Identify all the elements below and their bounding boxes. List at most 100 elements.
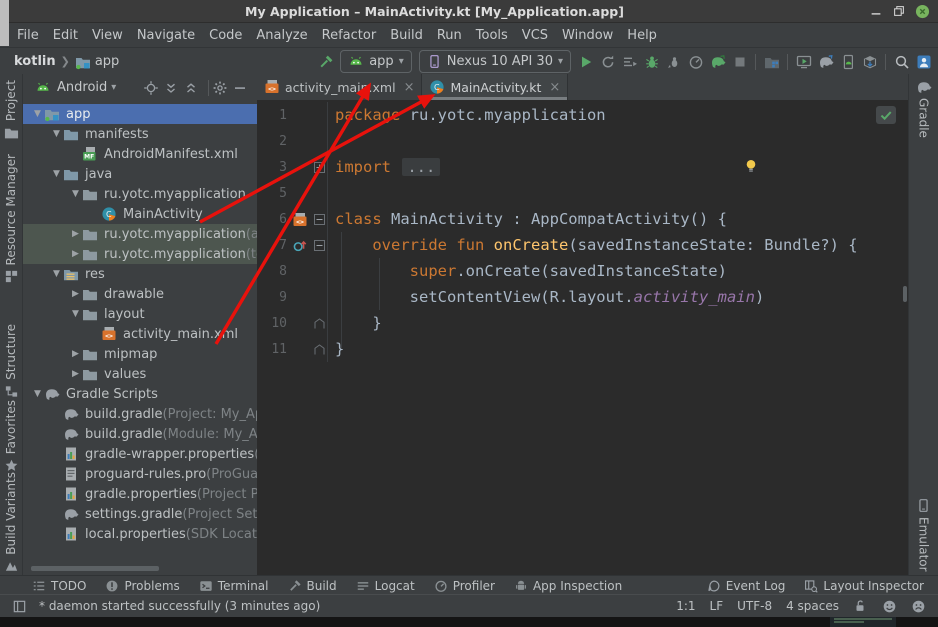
collapse-all-button[interactable] (184, 77, 204, 99)
breadcrumb-module[interactable]: app (75, 54, 119, 70)
chevron-right-icon[interactable]: ▶ (69, 229, 82, 239)
tree-item-manifests[interactable]: ▼manifests (23, 124, 257, 144)
settings-button[interactable] (213, 77, 233, 99)
editor-tab-mainactivity-kt[interactable]: CMainActivity.kt× (422, 74, 568, 100)
tool-strip-tab-gradle[interactable]: Gradle (909, 79, 938, 138)
tool-strip-tab-project[interactable]: Project (0, 80, 22, 140)
close-button[interactable] (915, 4, 929, 18)
tree-item-ru-yotc-myapplication[interactable]: ▶ru.yotc.myapplication (an (23, 224, 257, 244)
toolwindow-button-event-log[interactable]: Event Log (707, 579, 786, 593)
toolwindow-button-terminal[interactable]: Terminal (199, 579, 269, 593)
tree-item-mainactivity[interactable]: CMainActivity (23, 204, 257, 224)
chevron-down-icon[interactable]: ▼ (31, 389, 44, 399)
caret-position[interactable]: 1:1 (676, 599, 695, 613)
attach-debugger-button[interactable] (663, 51, 684, 73)
chevron-down-icon[interactable]: ▼ (69, 189, 82, 199)
menu-refactor[interactable]: Refactor (315, 28, 384, 43)
fold-end-icon[interactable] (314, 318, 325, 329)
locate-file-button[interactable] (144, 77, 164, 99)
fold-minus-icon[interactable] (314, 240, 325, 251)
toolwindow-switcher-icon[interactable] (12, 599, 27, 614)
tool-strip-tab-build-variants[interactable]: Build Variants (0, 472, 22, 574)
chevron-right-icon[interactable]: ▶ (69, 349, 82, 359)
device-manager-button[interactable] (837, 51, 858, 73)
toolwindow-button-logcat[interactable]: Logcat (356, 579, 415, 593)
menu-edit[interactable]: Edit (46, 28, 85, 43)
chevron-right-icon[interactable]: ▶ (69, 369, 82, 379)
chevron-down-icon[interactable]: ▼ (31, 109, 44, 119)
project-view-selector[interactable]: Android (57, 80, 107, 95)
profile-avatar-button[interactable] (913, 51, 934, 73)
editor-tab-activity-main-xml[interactable]: <>activity_main.xml× (257, 74, 422, 100)
run-configuration-select[interactable]: app▾ (340, 50, 412, 73)
menu-view[interactable]: View (85, 28, 130, 43)
chevron-down-icon[interactable]: ▼ (50, 169, 63, 179)
tree-item-java[interactable]: ▼java (23, 164, 257, 184)
chevron-right-icon[interactable]: ▶ (69, 249, 82, 259)
make-project-button[interactable] (315, 51, 336, 73)
sync-gradle-button[interactable] (815, 51, 836, 73)
expand-all-button[interactable] (164, 77, 184, 99)
close-icon[interactable]: × (404, 80, 415, 95)
feedback-happy-icon[interactable] (882, 599, 897, 614)
chevron-down-icon[interactable]: ▼ (50, 129, 63, 139)
tree-item-build-gradle[interactable]: build.gradle (Project: My_Ap (23, 404, 257, 424)
fold-plus-icon[interactable] (314, 162, 325, 173)
breadcrumb-project[interactable]: kotlin (14, 54, 56, 69)
device-file-explorer-button[interactable] (761, 51, 782, 73)
tree-item-res[interactable]: ▼res (23, 264, 257, 284)
menu-navigate[interactable]: Navigate (130, 28, 202, 43)
menu-run[interactable]: Run (430, 28, 469, 43)
tree-item-gradle-properties[interactable]: gradle.properties (Project Pr (23, 484, 257, 504)
chevron-down-icon[interactable]: ▼ (50, 269, 63, 279)
menu-vcs[interactable]: VCS (515, 28, 555, 43)
restore-button[interactable] (892, 4, 906, 18)
override-icon[interactable] (292, 238, 307, 253)
inspection-status[interactable] (876, 106, 896, 124)
tree-item-gradle-scripts[interactable]: ▼Gradle Scripts (23, 384, 257, 404)
encoding-widget[interactable]: UTF-8 (737, 599, 772, 613)
tree-item-values[interactable]: ▶values (23, 364, 257, 384)
xml-file-icon[interactable]: <> (292, 212, 307, 227)
tree-item-activity-main-xml[interactable]: <>activity_main.xml (23, 324, 257, 344)
feedback-sad-icon[interactable] (911, 599, 926, 614)
line-separator-widget[interactable]: LF (710, 599, 724, 613)
menu-tools[interactable]: Tools (469, 28, 515, 43)
indent-widget[interactable]: 4 spaces (786, 599, 839, 613)
tree-item-app[interactable]: ▼app (23, 104, 257, 124)
sync-project-button[interactable] (707, 51, 728, 73)
toolwindow-button-layout-inspector[interactable]: Layout Inspector (804, 579, 924, 593)
tool-strip-tab-emulator[interactable]: Emulator (909, 498, 938, 572)
tree-item-ru-yotc-myapplication[interactable]: ▼ru.yotc.myapplication (23, 184, 257, 204)
toolwindow-button-profiler[interactable]: Profiler (434, 579, 495, 593)
chevron-right-icon[interactable]: ▶ (69, 289, 82, 299)
tool-strip-tab-structure[interactable]: Structure (0, 324, 22, 399)
sdk-manager-button[interactable] (859, 51, 880, 73)
menu-analyze[interactable]: Analyze (249, 28, 314, 43)
vertical-scrollbar[interactable] (903, 286, 907, 302)
search-everywhere-button[interactable] (891, 51, 912, 73)
tree-item-layout[interactable]: ▼layout (23, 304, 257, 324)
menu-window[interactable]: Window (555, 28, 620, 43)
fold-end-icon[interactable] (314, 344, 325, 355)
tree-item-proguard-rules-pro[interactable]: proguard-rules.pro (ProGuar (23, 464, 257, 484)
fold-minus-icon[interactable] (314, 214, 325, 225)
tree-item-gradle-wrapper-properties[interactable]: gradle-wrapper.properties (G (23, 444, 257, 464)
menu-file[interactable]: File (10, 28, 46, 43)
apply-changes-button[interactable] (597, 51, 618, 73)
tree-item-mipmap[interactable]: ▶mipmap (23, 344, 257, 364)
close-icon[interactable]: × (549, 80, 560, 95)
minimize-button[interactable] (869, 4, 883, 18)
tool-strip-tab-resource-manager[interactable]: Resource Manager (0, 154, 22, 284)
tree-item-androidmanifest-xml[interactable]: MFAndroidManifest.xml (23, 144, 257, 164)
menu-build[interactable]: Build (383, 28, 430, 43)
horizontal-scrollbar[interactable] (31, 566, 159, 571)
menu-help[interactable]: Help (620, 28, 664, 43)
intention-lightbulb-icon[interactable] (743, 158, 759, 174)
run-button[interactable] (575, 51, 596, 73)
tree-item-local-properties[interactable]: local.properties (SDK Locatio (23, 524, 257, 544)
stop-button[interactable] (729, 51, 750, 73)
tree-item-ru-yotc-myapplication[interactable]: ▶ru.yotc.myapplication (tes (23, 244, 257, 264)
tree-item-build-gradle[interactable]: build.gradle (Module: My_Ap (23, 424, 257, 444)
device-select[interactable]: Nexus 10 API 30▾ (419, 50, 571, 73)
